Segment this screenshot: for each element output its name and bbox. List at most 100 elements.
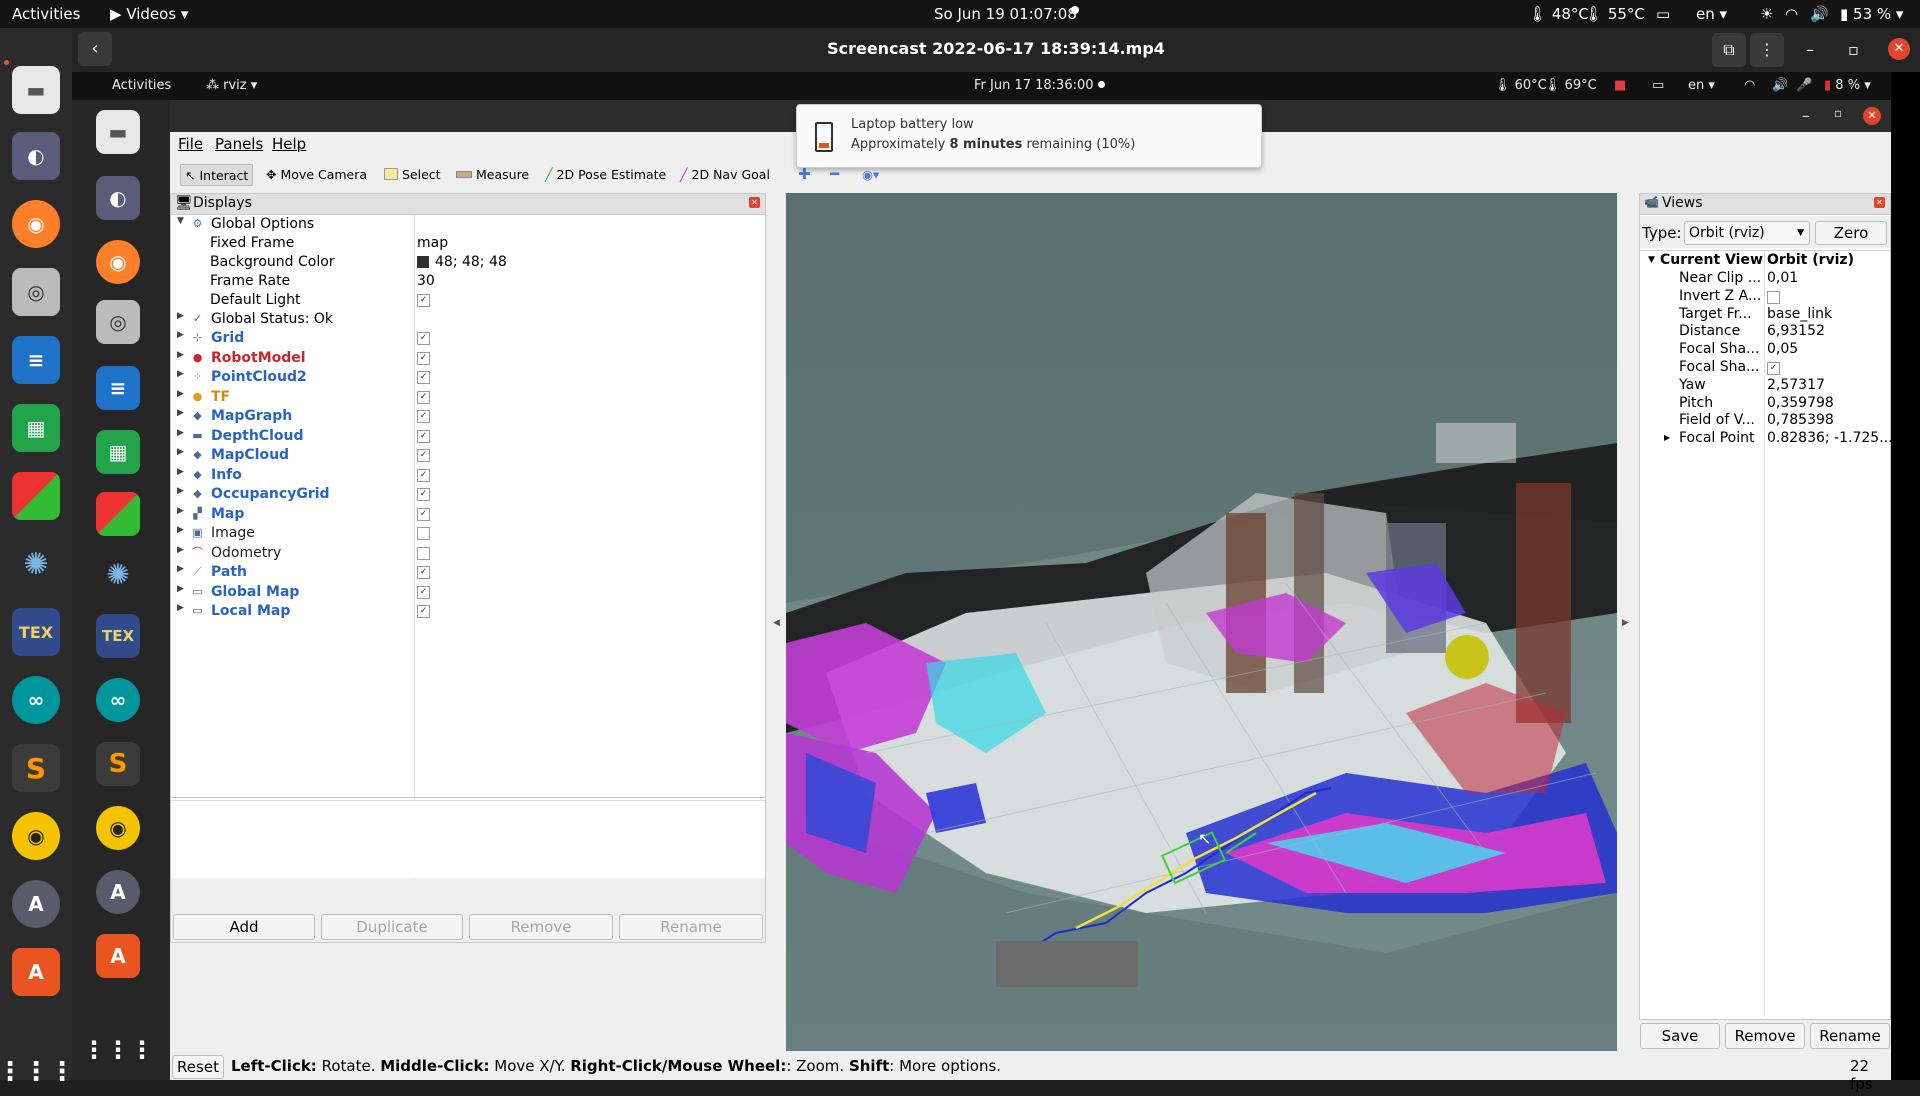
display-row-mapgraph[interactable]: ▶ ◆ MapGraph ✓ bbox=[171, 407, 765, 426]
view-property-row[interactable]: Target Fr... base_link bbox=[1640, 306, 1890, 324]
fullscreen-button[interactable]: ⧉ bbox=[1712, 33, 1746, 67]
mapcloud-checkbox[interactable]: ✓ bbox=[417, 449, 430, 462]
view-property-row[interactable]: Distance 6,93152 bbox=[1640, 323, 1890, 341]
save-view-button[interactable]: Save bbox=[1640, 1023, 1720, 1049]
display-row-occupancygrid[interactable]: ▶ ◆ OccupancyGrid ✓ bbox=[171, 485, 765, 504]
spiral-app-icon[interactable]: ✺ bbox=[12, 540, 60, 588]
nav-goal-tool[interactable]: ╱ 2D Nav Goal bbox=[676, 164, 774, 184]
view-property-value[interactable]: base_link bbox=[1767, 306, 1832, 322]
camera-icon[interactable]: ◎ bbox=[12, 268, 60, 316]
global-map-checkbox[interactable]: ✓ bbox=[417, 585, 430, 599]
view-property-checkbox[interactable] bbox=[1767, 290, 1780, 304]
display-row-global-map[interactable]: ▶ ▭ Global Map ✓ bbox=[171, 583, 765, 602]
software-icon[interactable]: A bbox=[12, 880, 60, 928]
view-property-value[interactable]: 0,01 bbox=[1767, 270, 1798, 286]
rename-view-button[interactable]: Rename bbox=[1810, 1023, 1890, 1049]
tweaks-icon[interactable]: ◐ bbox=[12, 132, 60, 180]
display-row-robotmodel[interactable]: ▶ ● RobotModel ✓ bbox=[171, 349, 765, 368]
battery-indicator[interactable]: ▮ 53 % ▾ bbox=[1840, 5, 1903, 23]
expand-arrow-icon[interactable]: ▶ bbox=[177, 603, 184, 613]
close-button[interactable]: ✕ bbox=[1888, 38, 1910, 60]
expand-arrow-icon[interactable]: ▶ bbox=[177, 564, 184, 574]
expand-arrow-icon[interactable]: ▶ bbox=[177, 525, 184, 535]
view-property-value[interactable]: 6,93152 bbox=[1767, 323, 1825, 339]
display-row-grid[interactable]: ▶ ⊹ Grid ✓ bbox=[171, 329, 765, 348]
view-property-row[interactable]: Pitch 0,359798 bbox=[1640, 395, 1890, 413]
default-light-row[interactable]: Default Light ✓ bbox=[171, 291, 765, 310]
global-status-row[interactable]: ▶ ✓ Global Status: Ok bbox=[171, 310, 765, 329]
fixed-frame-value[interactable]: map bbox=[417, 235, 448, 251]
current-view-row[interactable]: ▼ Current View Orbit (rviz) bbox=[1640, 252, 1890, 270]
expand-arrow-icon[interactable]: ▼ bbox=[177, 216, 184, 226]
view-type-select[interactable]: Orbit (rviz) ▼ bbox=[1684, 221, 1810, 245]
view-property-value[interactable]: 0,05 bbox=[1767, 341, 1798, 357]
menu-help[interactable]: Help bbox=[272, 135, 306, 153]
background-color-row[interactable]: Background Color 48; 48; 48 bbox=[171, 253, 765, 272]
display-row-tf[interactable]: ▶ ● TF ✓ bbox=[171, 388, 765, 407]
language-menu[interactable]: en ▾ bbox=[1696, 5, 1727, 23]
view-property-row[interactable]: Focal Sha... 0,05 bbox=[1640, 341, 1890, 359]
view-property-row[interactable]: Yaw 2,57317 bbox=[1640, 377, 1890, 395]
move-camera-tool[interactable]: ✥ Move Camera bbox=[262, 164, 371, 184]
colorful-app-icon[interactable] bbox=[12, 472, 60, 520]
mapgraph-checkbox[interactable]: ✓ bbox=[417, 410, 430, 423]
pose-estimate-tool[interactable]: ╱ 2D Pose Estimate bbox=[541, 164, 670, 184]
battery-notification[interactable]: Laptop battery low Approximately 8 minut… bbox=[796, 104, 1262, 168]
menu-panels[interactable]: Panels bbox=[215, 135, 263, 153]
expand-arrow-icon[interactable]: ▶ bbox=[177, 330, 184, 340]
image-checkbox[interactable] bbox=[417, 527, 430, 540]
app-menu[interactable]: ▶ Videos ▾ bbox=[110, 5, 188, 23]
display-row-odometry[interactable]: ▶ ⌒ Odometry bbox=[171, 544, 765, 563]
arduino-icon[interactable]: ∞ bbox=[12, 676, 60, 724]
view-property-value[interactable]: 0.82836; -1.725... bbox=[1767, 430, 1893, 446]
view-property-value[interactable]: 2,57317 bbox=[1767, 377, 1825, 393]
apps-grid-icon[interactable]: ⋮⋮⋮ bbox=[0, 1048, 75, 1096]
expand-arrow-icon[interactable]: ▶ bbox=[177, 389, 184, 399]
expand-arrow-icon[interactable]: ▶ bbox=[1664, 433, 1670, 442]
expand-arrow-icon[interactable]: ▶ bbox=[177, 311, 184, 321]
view-property-value[interactable]: 0,359798 bbox=[1767, 395, 1834, 411]
views-close-icon[interactable]: ✕ bbox=[1874, 197, 1885, 208]
ubuntu-software-icon[interactable]: A bbox=[12, 948, 60, 996]
default-light-checkbox[interactable]: ✓ bbox=[417, 294, 430, 307]
expand-arrow-icon[interactable]: ▶ bbox=[177, 486, 184, 496]
expand-arrow-icon[interactable]: ▶ bbox=[177, 369, 184, 379]
display-row-image[interactable]: ▶ ▣ Image bbox=[171, 524, 765, 543]
pointcloud2-checkbox[interactable]: ✓ bbox=[417, 371, 430, 384]
duplicate-display-button[interactable]: Duplicate bbox=[321, 914, 463, 940]
view-property-value[interactable]: 0,785398 bbox=[1767, 412, 1834, 428]
add-display-button[interactable]: Add bbox=[173, 914, 315, 940]
frame-rate-value[interactable]: 30 bbox=[417, 273, 435, 289]
firefox-icon[interactable]: ◉ bbox=[12, 200, 60, 248]
measure-tool[interactable]: Measure bbox=[452, 164, 533, 184]
display-row-depthcloud[interactable]: ▶ ▬ DepthCloud ✓ bbox=[171, 427, 765, 446]
odometry-checkbox[interactable] bbox=[417, 546, 430, 560]
global-options-row[interactable]: ▼ ⚙ Global Options bbox=[171, 215, 765, 234]
map-checkbox[interactable]: ✓ bbox=[417, 507, 430, 521]
occupancygrid-checkbox[interactable]: ✓ bbox=[417, 488, 430, 501]
expand-arrow-icon[interactable]: ▼ bbox=[1648, 255, 1655, 265]
tex-icon[interactable]: TEX bbox=[12, 608, 60, 656]
display-row-map[interactable]: ▶ ▞ Map ✓ bbox=[171, 505, 765, 524]
display-row-local-map[interactable]: ▶ ▭ Local Map ✓ bbox=[171, 602, 765, 621]
color-swatch[interactable] bbox=[417, 256, 429, 268]
view-property-row[interactable]: ▶ Focal Point 0.82836; -1.725... bbox=[1640, 430, 1893, 448]
remove-view-button[interactable]: Remove bbox=[1725, 1023, 1805, 1049]
calc-icon[interactable]: ▦ bbox=[12, 404, 60, 452]
view-property-row[interactable]: Near Clip ... 0,01 bbox=[1640, 270, 1890, 288]
view-property-row[interactable]: Invert Z A... bbox=[1640, 288, 1890, 306]
display-row-path[interactable]: ▶ ⟋ Path ✓ bbox=[171, 563, 765, 582]
view-property-checkbox[interactable]: ✓ bbox=[1767, 362, 1780, 375]
expand-arrow-icon[interactable]: ▶ bbox=[177, 545, 184, 555]
info-checkbox[interactable]: ✓ bbox=[417, 468, 430, 482]
zero-button[interactable]: Zero bbox=[1815, 221, 1887, 245]
display-row-pointcloud2[interactable]: ▶ ⁘ PointCloud2 ✓ bbox=[171, 368, 765, 387]
path-checkbox[interactable]: ✓ bbox=[417, 566, 430, 579]
select-tool[interactable]: Select bbox=[380, 164, 445, 184]
expand-arrow-icon[interactable]: ▶ bbox=[177, 428, 184, 438]
rename-display-button[interactable]: Rename bbox=[619, 914, 763, 940]
rhythmbox-icon[interactable]: ◉ bbox=[12, 812, 60, 860]
grid-checkbox[interactable]: ✓ bbox=[417, 332, 430, 345]
reset-button[interactable]: Reset bbox=[172, 1055, 224, 1079]
left-splitter-handle[interactable]: ◀ bbox=[773, 618, 780, 628]
